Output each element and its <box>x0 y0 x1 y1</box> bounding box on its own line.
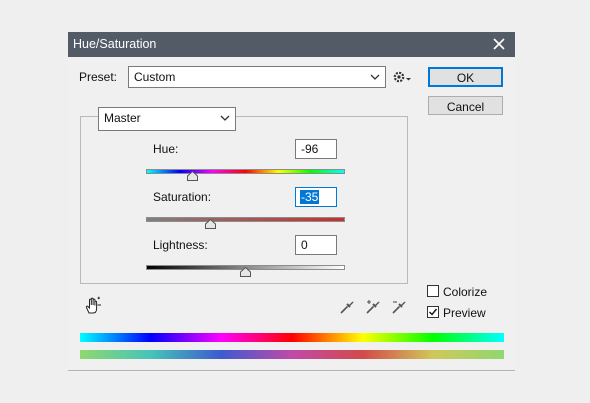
hue-slider-track[interactable] <box>146 169 345 174</box>
adjustment-group <box>80 116 408 284</box>
hue-saturation-dialog: Hue/Saturation Preset: Custom OK Cancel … <box>68 32 515 372</box>
hue-input[interactable]: -96 <box>295 139 337 159</box>
ok-button[interactable]: OK <box>428 67 503 87</box>
cancel-button-label: Cancel <box>446 100 485 114</box>
ok-button-label: OK <box>456 71 475 85</box>
chevron-down-icon <box>370 74 380 80</box>
lightness-value: 0 <box>301 238 308 252</box>
chevron-down-icon <box>220 115 230 121</box>
gear-menu-icon[interactable] <box>393 70 413 84</box>
preset-select[interactable]: Custom <box>128 66 386 88</box>
colorize-checkbox[interactable] <box>427 285 439 297</box>
eyedropper-minus-icon[interactable] <box>390 298 408 316</box>
output-color-bar <box>80 350 504 359</box>
channel-select[interactable]: Master <box>98 107 236 131</box>
input-color-bar <box>80 333 504 342</box>
saturation-slider-track[interactable] <box>146 217 345 222</box>
checkmark-icon <box>429 308 438 316</box>
saturation-label: Saturation: <box>153 190 212 204</box>
saturation-input[interactable]: -35 <box>295 187 337 207</box>
preset-value: Custom <box>134 70 176 84</box>
lightness-slider-thumb[interactable] <box>240 267 251 277</box>
hue-label: Hue: <box>153 142 179 156</box>
preset-label: Preset: <box>79 70 118 84</box>
preview-checkbox[interactable] <box>427 306 439 318</box>
hue-slider-thumb[interactable] <box>186 171 198 181</box>
hue-value: -96 <box>301 142 319 156</box>
saturation-value: -35 <box>300 190 320 204</box>
close-icon[interactable] <box>488 33 510 55</box>
dialog-title: Hue/Saturation <box>73 37 157 51</box>
divider <box>68 370 515 371</box>
eyedropper-icon[interactable] <box>338 298 356 316</box>
colorize-label: Colorize <box>443 285 488 299</box>
lightness-input[interactable]: 0 <box>295 235 337 255</box>
cancel-button[interactable]: Cancel <box>428 96 503 115</box>
saturation-slider-thumb[interactable] <box>205 219 217 229</box>
lightness-label: Lightness: <box>153 238 208 252</box>
eyedropper-plus-icon[interactable] <box>364 298 382 316</box>
targeted-adjustment-hand-icon[interactable] <box>83 296 103 316</box>
preview-label: Preview <box>443 306 486 320</box>
title-bar: Hue/Saturation <box>68 32 515 57</box>
channel-value: Master <box>104 111 141 125</box>
